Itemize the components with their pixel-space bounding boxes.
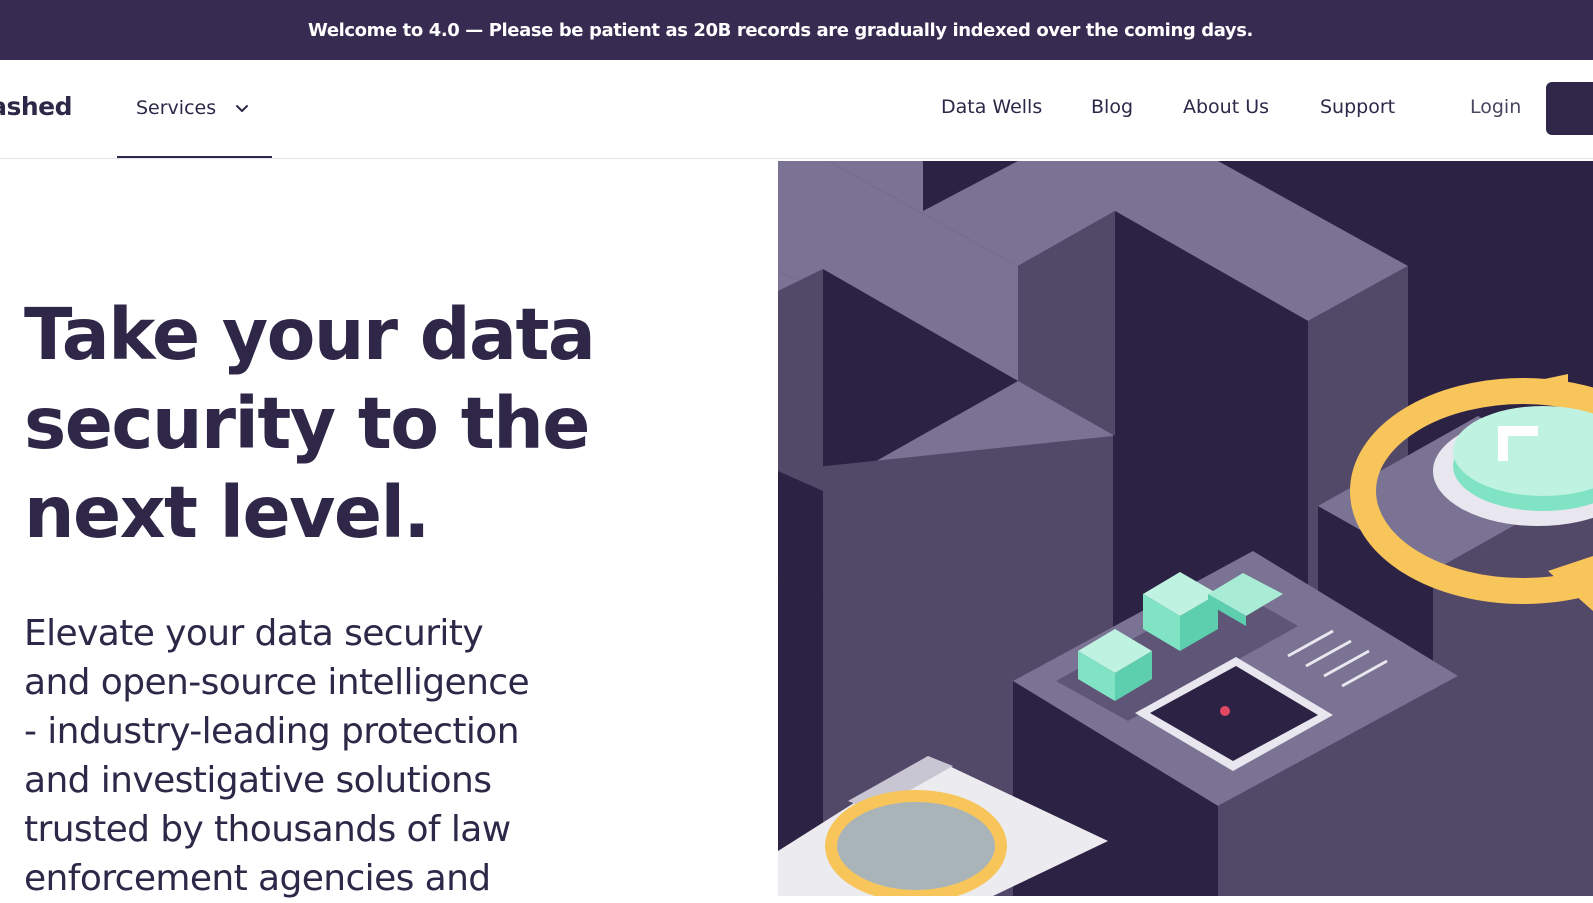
description-line: and open-source intelligence xyxy=(24,662,530,703)
brand-logo-text[interactable]: ashed xyxy=(0,92,72,121)
announcement-text: Welcome to 4.0 — Please be patient as 20… xyxy=(308,19,1253,41)
description-line: - industry-leading protection xyxy=(24,711,520,752)
headline-line: Take your data xyxy=(24,293,596,376)
headline-line: next level. xyxy=(24,471,430,554)
announcement-banner: Welcome to 4.0 — Please be patient as 20… xyxy=(0,0,1593,60)
services-label: Services xyxy=(136,97,217,119)
nav-link-about-us[interactable]: About Us xyxy=(1183,96,1269,118)
services-menu[interactable]: Services xyxy=(117,60,272,158)
top-navigation: ashed Services Data Wells Blog About Us … xyxy=(0,60,1593,159)
chevron-down-icon xyxy=(236,105,249,112)
description-line: and investigative solutions xyxy=(24,760,492,801)
description-line: trusted by thousands of law xyxy=(24,809,511,850)
hero-description: Elevate your data security and open-sour… xyxy=(24,609,624,903)
signup-button[interactable] xyxy=(1546,82,1593,135)
hero-headline: Take your data security to the next leve… xyxy=(24,290,744,557)
hero-illustration xyxy=(778,161,1593,896)
login-link[interactable]: Login xyxy=(1470,96,1521,118)
hero-headline-block: Take your data security to the next leve… xyxy=(24,290,744,557)
nav-link-support[interactable]: Support xyxy=(1320,96,1395,118)
nav-link-data-wells[interactable]: Data Wells xyxy=(941,96,1042,118)
description-line: Elevate your data security xyxy=(24,613,484,654)
isometric-security-illustration xyxy=(778,161,1593,896)
nav-link-blog[interactable]: Blog xyxy=(1091,96,1133,118)
headline-line: security to the xyxy=(24,382,590,465)
